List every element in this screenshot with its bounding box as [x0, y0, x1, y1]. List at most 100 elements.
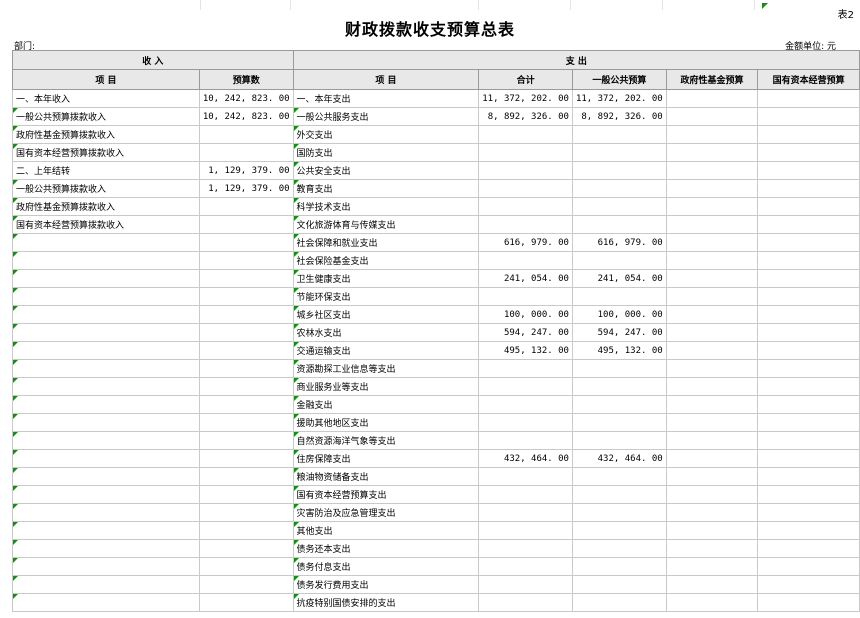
general-budget-cell	[571, 503, 667, 522]
expense-item-cell: 社会保障和就业支出	[292, 233, 480, 252]
gov-fund-cell	[665, 539, 759, 558]
table-row: 债务付息支出	[12, 557, 860, 576]
general-budget-cell: 100, 000. 00	[571, 305, 667, 324]
gov-fund-cell	[665, 341, 759, 360]
gridline	[290, 0, 291, 10]
table-row: 国有资本经营预算拨款收入 国防支出	[12, 143, 860, 162]
total-cell	[478, 377, 573, 396]
state-capital-cell	[757, 251, 860, 270]
gov-fund-cell	[665, 467, 759, 486]
gridline	[662, 0, 663, 10]
income-amount-cell: 10, 242, 823. 00	[198, 89, 294, 108]
state-capital-cell	[757, 377, 860, 396]
income-item-cell	[12, 557, 200, 576]
state-capital-cell	[757, 107, 860, 126]
gov-fund-cell	[665, 413, 759, 432]
table-row: 一般公共预算拨款收入 10, 242, 823. 00 一般公共服务支出 8, 892…	[12, 107, 860, 126]
gov-fund-cell	[665, 503, 759, 522]
income-item-cell	[12, 539, 200, 558]
total-cell: 241, 054. 00	[478, 269, 573, 288]
state-capital-cell	[757, 287, 860, 306]
total-cell	[478, 557, 573, 576]
total-cell	[478, 287, 573, 306]
table-row: 交通运输支出 495, 132. 00 495, 132. 00	[12, 341, 860, 360]
budget-table: 收 入 支 出 项 目 预算数 项 目 合计 一般公共预算 政府性基金预算 国有…	[12, 50, 860, 612]
gov-fund-cell	[665, 323, 759, 342]
income-item-cell	[12, 467, 200, 486]
income-item-header: 项 目	[12, 69, 200, 90]
gov-fund-cell	[665, 521, 759, 540]
table-row: 其他支出	[12, 521, 860, 540]
income-item-cell: 二、上年结转	[12, 161, 200, 180]
income-amount-cell	[198, 377, 294, 396]
gov-fund-cell	[665, 557, 759, 576]
expense-item-cell: 交通运输支出	[292, 341, 480, 360]
income-item-cell: 政府性基金预算拨款收入	[12, 125, 200, 144]
state-capital-cell	[757, 467, 860, 486]
income-amount-cell: 10, 242, 823. 00	[198, 107, 294, 126]
gov-fund-cell	[665, 395, 759, 414]
state-capital-cell	[757, 359, 860, 378]
income-item-cell	[12, 503, 200, 522]
state-capital-cell	[757, 125, 860, 144]
total-cell	[478, 215, 573, 234]
table-row: 社会保障和就业支出 616, 979. 00 616, 979. 00	[12, 233, 860, 252]
total-cell	[478, 179, 573, 198]
total-cell: 495, 132. 00	[478, 341, 573, 360]
state-capital-cell	[757, 143, 860, 162]
gov-fund-cell	[665, 575, 759, 594]
gov-fund-cell	[665, 179, 759, 198]
expense-item-cell: 住房保障支出	[292, 449, 480, 468]
total-cell	[478, 143, 573, 162]
total-cell	[478, 197, 573, 216]
general-budget-cell: 616, 979. 00	[571, 233, 667, 252]
table-row: 资源勘探工业信息等支出	[12, 359, 860, 378]
state-capital-header: 国有资本经营预算	[757, 69, 860, 90]
general-budget-cell	[571, 125, 667, 144]
general-budget-cell: 495, 132. 00	[571, 341, 667, 360]
income-amount-cell	[198, 125, 294, 144]
gov-fund-cell	[665, 305, 759, 324]
income-item-cell	[12, 269, 200, 288]
general-budget-cell	[571, 539, 667, 558]
gov-fund-cell	[665, 233, 759, 252]
income-amount-cell	[198, 467, 294, 486]
income-item-cell	[12, 341, 200, 360]
general-budget-cell	[571, 413, 667, 432]
expense-item-cell: 国防支出	[292, 143, 480, 162]
general-budget-cell	[571, 287, 667, 306]
state-capital-cell	[757, 503, 860, 522]
total-cell	[478, 395, 573, 414]
state-capital-cell	[757, 179, 860, 198]
income-item-cell	[12, 449, 200, 468]
general-budget-cell	[571, 575, 667, 594]
state-capital-cell	[757, 233, 860, 252]
table-row: 农林水支出 594, 247. 00 594, 247. 00	[12, 323, 860, 342]
expense-item-cell: 教育支出	[292, 179, 480, 198]
comment-marker-icon	[762, 3, 768, 9]
gov-fund-cell	[665, 89, 759, 108]
gov-fund-cell	[665, 161, 759, 180]
expense-item-cell: 国有资本经营预算支出	[292, 485, 480, 504]
expense-item-cell: 卫生健康支出	[292, 269, 480, 288]
general-budget-cell	[571, 161, 667, 180]
gov-fund-header: 政府性基金预算	[665, 69, 759, 90]
income-amount-cell	[198, 323, 294, 342]
table-row: 社会保险基金支出	[12, 251, 860, 270]
income-item-cell	[12, 395, 200, 414]
income-item-cell: 一般公共预算拨款收入	[12, 179, 200, 198]
income-amount-cell	[198, 503, 294, 522]
gov-fund-cell	[665, 125, 759, 144]
gov-fund-cell	[665, 251, 759, 270]
gov-fund-cell	[665, 485, 759, 504]
spreadsheet-sheet: 表2 财政拨款收支预算总表 部门: 金额单位: 元 收 入 支 出 项 目 预算…	[0, 0, 860, 618]
state-capital-cell	[757, 557, 860, 576]
total-cell: 100, 000. 00	[478, 305, 573, 324]
income-amount-cell	[198, 215, 294, 234]
gov-fund-cell	[665, 107, 759, 126]
general-budget-cell: 432, 464. 00	[571, 449, 667, 468]
income-item-cell	[12, 413, 200, 432]
table-row: 住房保障支出 432, 464. 00 432, 464. 00	[12, 449, 860, 468]
income-item-cell	[12, 305, 200, 324]
total-cell	[478, 125, 573, 144]
